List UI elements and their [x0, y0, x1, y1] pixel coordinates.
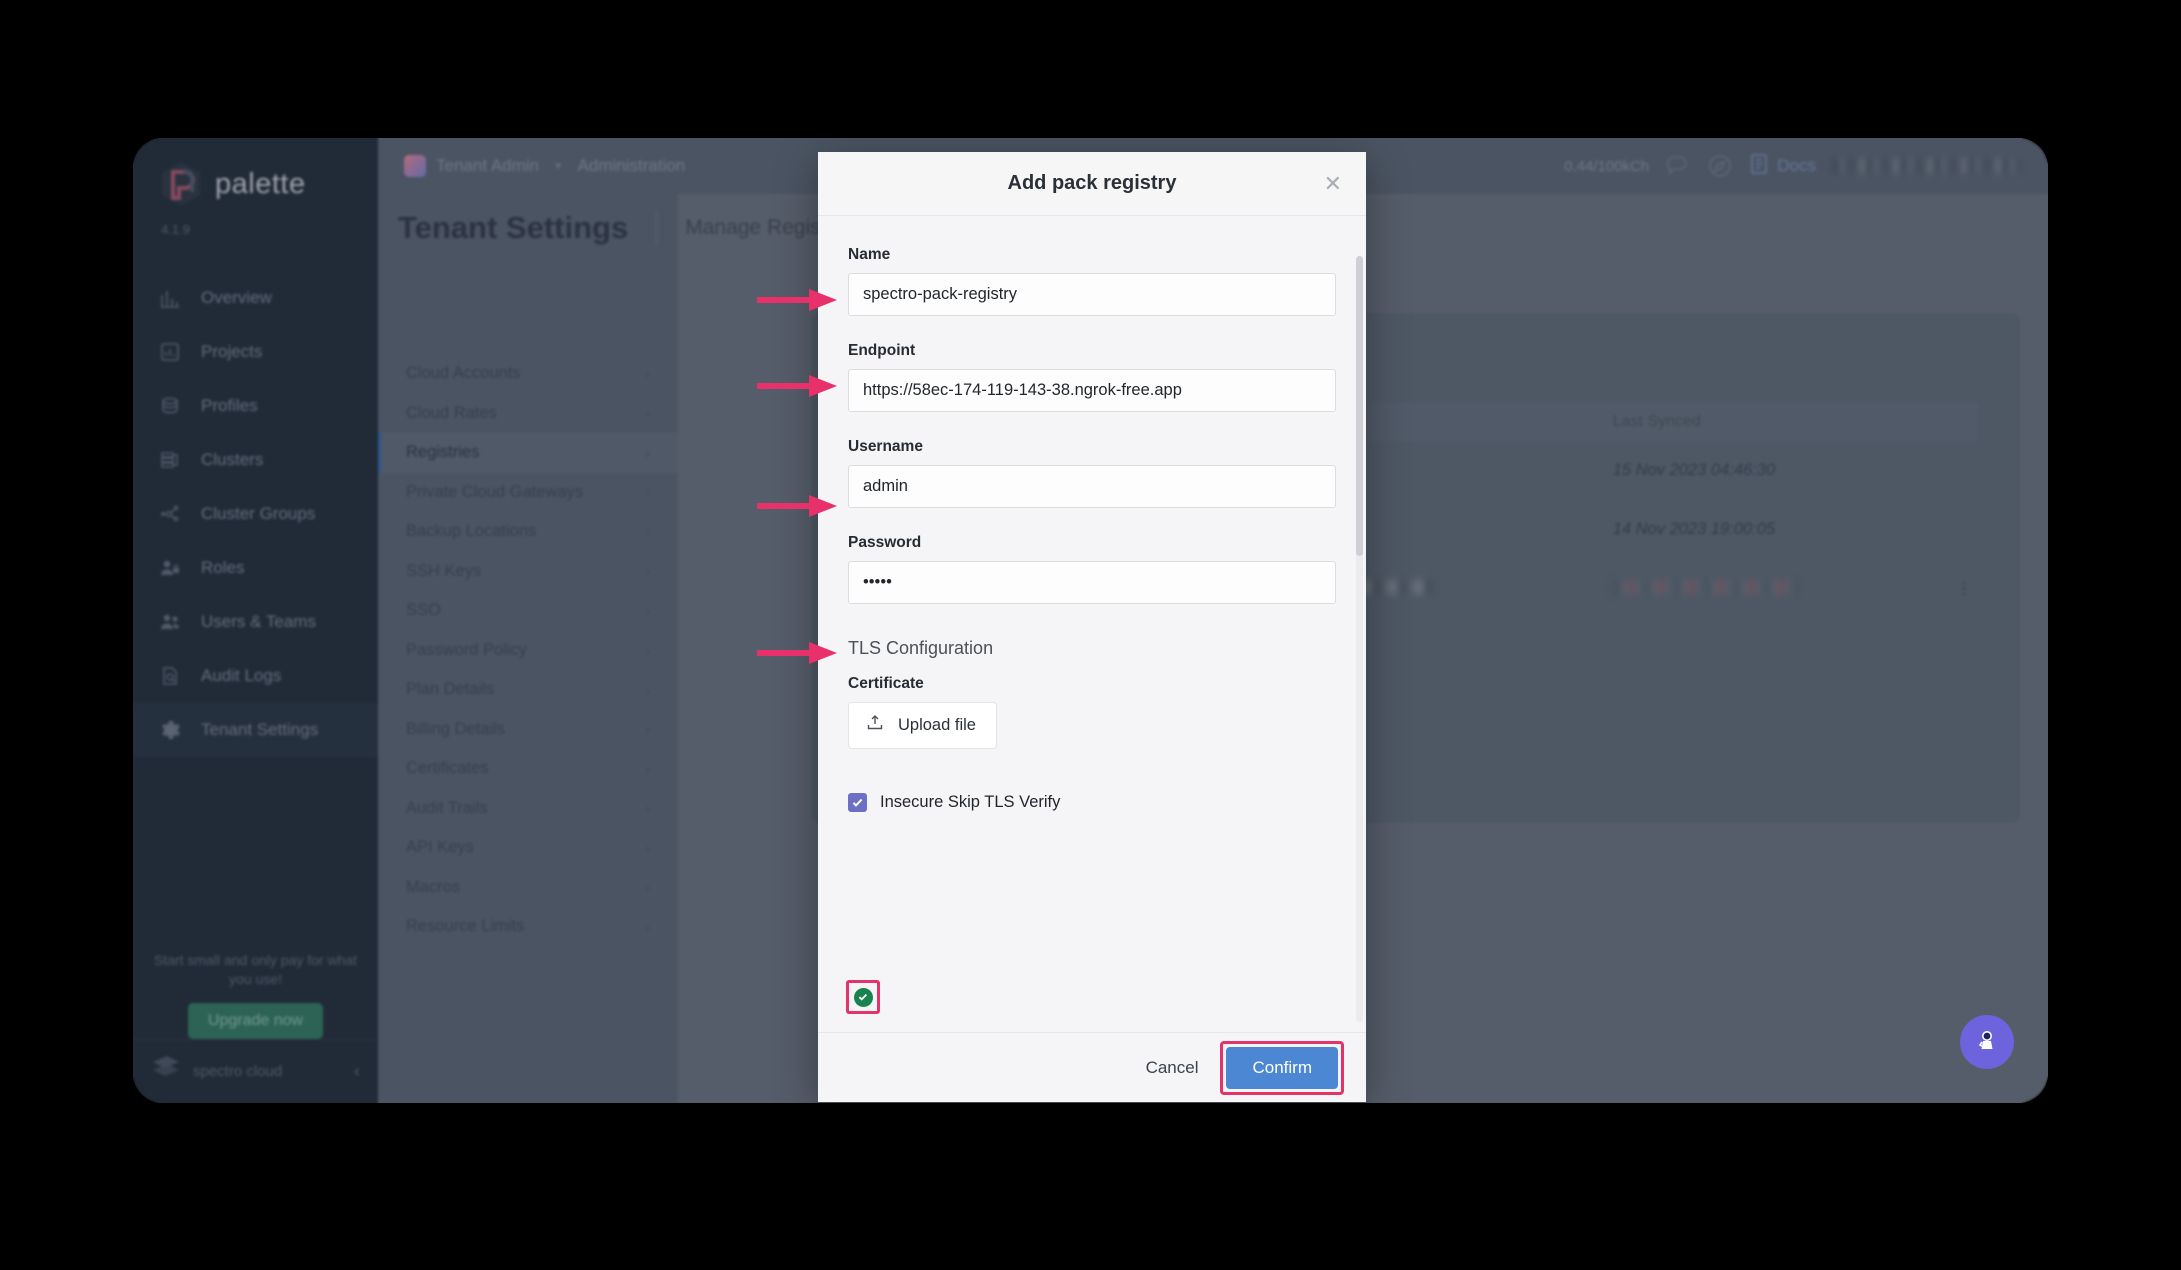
annotation-arrow-password — [757, 640, 839, 666]
modal-scrollbar[interactable] — [1356, 256, 1363, 1022]
upload-file-label: Upload file — [898, 716, 976, 734]
add-pack-registry-modal: Add pack registry ✕ Name Endpoint Userna… — [818, 152, 1366, 1102]
help-fab-button[interactable] — [1960, 1015, 2014, 1069]
insecure-skip-tls-row: Insecure Skip TLS Verify — [848, 793, 1336, 812]
modal-footer: Cancel Confirm — [818, 1032, 1366, 1102]
upload-file-button[interactable]: Upload file — [848, 702, 997, 749]
astronaut-icon — [1974, 1027, 2000, 1058]
endpoint-label: Endpoint — [848, 342, 916, 359]
confirm-button[interactable]: Confirm — [1226, 1046, 1338, 1089]
tls-configuration-heading: TLS Configuration — [848, 638, 994, 658]
registry-name-input[interactable] — [848, 273, 1336, 316]
registry-endpoint-input[interactable] — [848, 369, 1336, 412]
username-field-group: Username — [848, 438, 1336, 508]
upload-icon — [865, 713, 885, 738]
name-field-group: Name — [848, 246, 1336, 316]
registry-username-input[interactable] — [848, 465, 1336, 508]
registry-password-input[interactable] — [848, 561, 1336, 604]
modal-header: Add pack registry ✕ — [818, 152, 1366, 216]
name-label: Name — [848, 246, 891, 263]
password-field-group: Password — [848, 534, 1336, 604]
annotation-arrow-username — [757, 493, 839, 519]
insecure-skip-tls-label: Insecure Skip TLS Verify — [880, 793, 1061, 811]
username-label: Username — [848, 438, 923, 455]
modal-scrollbar-thumb[interactable] — [1356, 256, 1363, 556]
confirm-button-highlight: Confirm — [1220, 1040, 1344, 1095]
close-icon[interactable]: ✕ — [1324, 172, 1342, 195]
cancel-button[interactable]: Cancel — [1124, 1048, 1221, 1088]
modal-body: Name Endpoint Username Password TLS Conf… — [818, 216, 1366, 1032]
modal-title: Add pack registry — [1007, 172, 1177, 194]
endpoint-field-group: Endpoint — [848, 342, 1336, 412]
insecure-skip-tls-checkbox[interactable] — [848, 793, 867, 812]
success-check-icon — [853, 987, 873, 1007]
validation-status-highlight — [846, 980, 880, 1014]
annotation-arrow-endpoint — [757, 373, 839, 399]
annotation-arrow-name — [757, 287, 839, 313]
certificate-label: Certificate — [848, 675, 924, 692]
password-label: Password — [848, 534, 922, 551]
